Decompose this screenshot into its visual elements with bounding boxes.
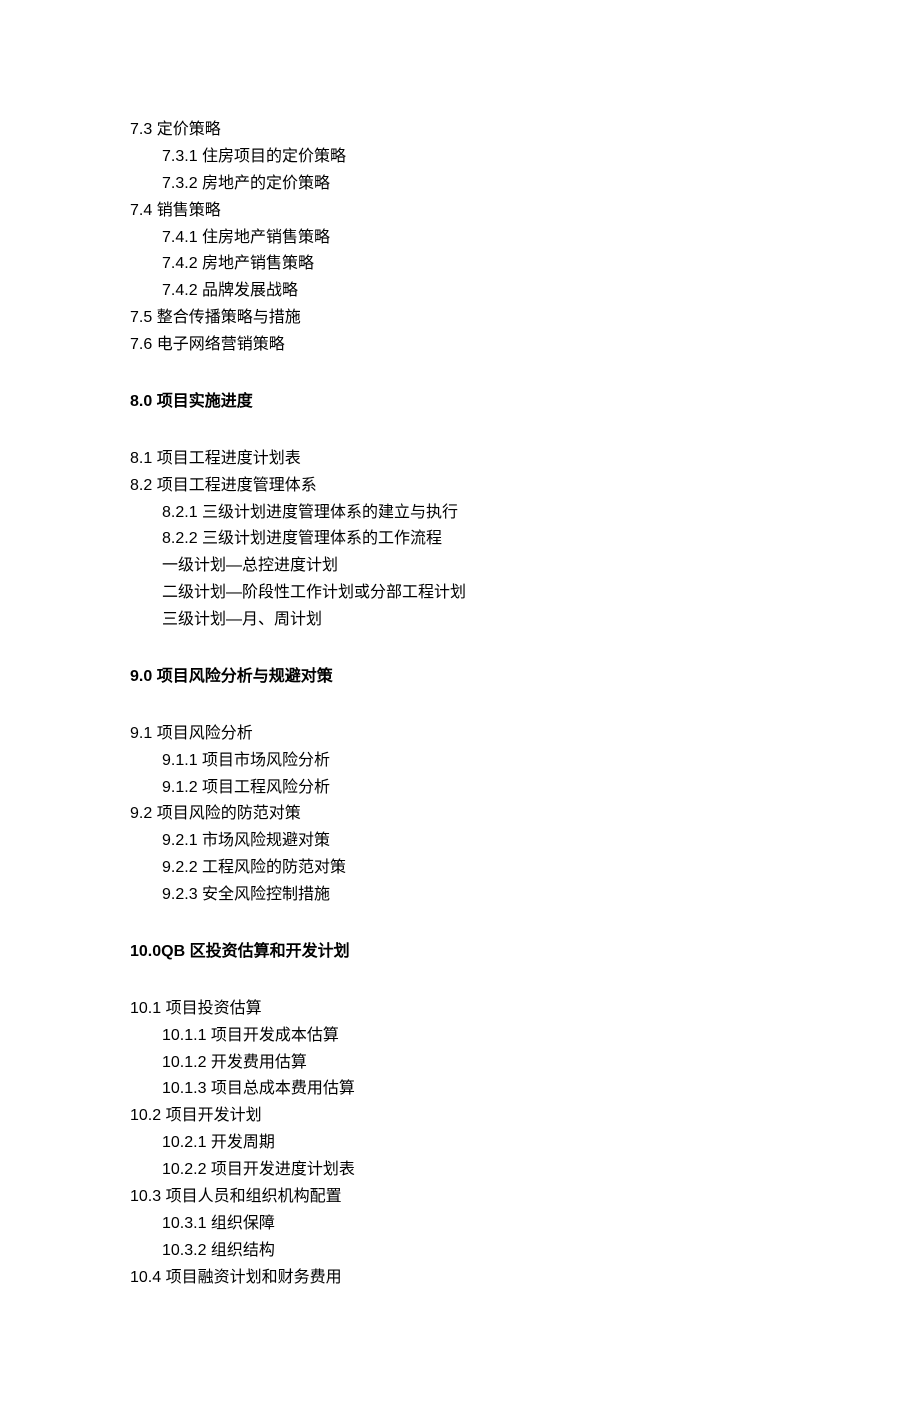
toc-entry: 7.4.2 房地产销售策略: [162, 251, 790, 278]
toc-entry: 9.2.2 工程风险的防范对策: [162, 855, 790, 882]
toc-entry: 8.2.1 三级计划进度管理体系的建立与执行: [162, 500, 790, 527]
section-heading-8: 8.0 项目实施进度: [130, 389, 790, 416]
toc-entry: 10.3.2 组织结构: [162, 1238, 790, 1265]
toc-entry: 8.2 项目工程进度管理体系: [130, 473, 790, 500]
toc-entry: 10.2 项目开发计划: [130, 1103, 790, 1130]
toc-entry: 二级计划—阶段性工作计划或分部工程计划: [162, 580, 790, 607]
toc-entry: 10.1.2 开发费用估算: [162, 1050, 790, 1077]
toc-section-8: 8.1 项目工程进度计划表 8.2 项目工程进度管理体系 8.2.1 三级计划进…: [130, 446, 790, 634]
toc-entry: 10.4 项目融资计划和财务费用: [130, 1265, 790, 1292]
toc-entry: 10.2.1 开发周期: [162, 1130, 790, 1157]
toc-entry: 8.1 项目工程进度计划表: [130, 446, 790, 473]
toc-entry: 7.3.1 住房项目的定价策略: [162, 144, 790, 171]
toc-entry: 7.6 电子网络营销策略: [130, 332, 790, 359]
toc-entry: 7.4 销售策略: [130, 198, 790, 225]
toc-entry: 7.4.2 品牌发展战略: [162, 278, 790, 305]
toc-entry: 10.2.2 项目开发进度计划表: [162, 1157, 790, 1184]
toc-entry: 三级计划—月、周计划: [162, 607, 790, 634]
toc-entry: 一级计划—总控进度计划: [162, 553, 790, 580]
toc-entry: 7.3 定价策略: [130, 117, 790, 144]
toc-entry: 9.1 项目风险分析: [130, 721, 790, 748]
toc-entry: 10.3.1 组织保障: [162, 1211, 790, 1238]
toc-entry: 10.1 项目投资估算: [130, 996, 790, 1023]
toc-section-9: 9.1 项目风险分析 9.1.1 项目市场风险分析 9.1.2 项目工程风险分析…: [130, 721, 790, 909]
toc-section-10: 10.1 项目投资估算 10.1.1 项目开发成本估算 10.1.2 开发费用估…: [130, 996, 790, 1292]
toc-entry: 9.2 项目风险的防范对策: [130, 801, 790, 828]
section-heading-9: 9.0 项目风险分析与规避对策: [130, 664, 790, 691]
toc-entry: 10.1.3 项目总成本费用估算: [162, 1076, 790, 1103]
toc-entry: 10.3 项目人员和组织机构配置: [130, 1184, 790, 1211]
toc-entry: 7.5 整合传播策略与措施: [130, 305, 790, 332]
toc-entry: 9.2.3 安全风险控制措施: [162, 882, 790, 909]
toc-entry: 9.2.1 市场风险规避对策: [162, 828, 790, 855]
toc-entry: 7.3.2 房地产的定价策略: [162, 171, 790, 198]
toc-entry: 9.1.1 项目市场风险分析: [162, 748, 790, 775]
toc-section-7-continued: 7.3 定价策略 7.3.1 住房项目的定价策略 7.3.2 房地产的定价策略 …: [130, 117, 790, 359]
toc-entry: 7.4.1 住房地产销售策略: [162, 225, 790, 252]
toc-entry: 9.1.2 项目工程风险分析: [162, 775, 790, 802]
toc-entry: 8.2.2 三级计划进度管理体系的工作流程: [162, 526, 790, 553]
section-heading-10: 10.0QB 区投资估算和开发计划: [130, 939, 790, 966]
toc-entry: 10.1.1 项目开发成本估算: [162, 1023, 790, 1050]
